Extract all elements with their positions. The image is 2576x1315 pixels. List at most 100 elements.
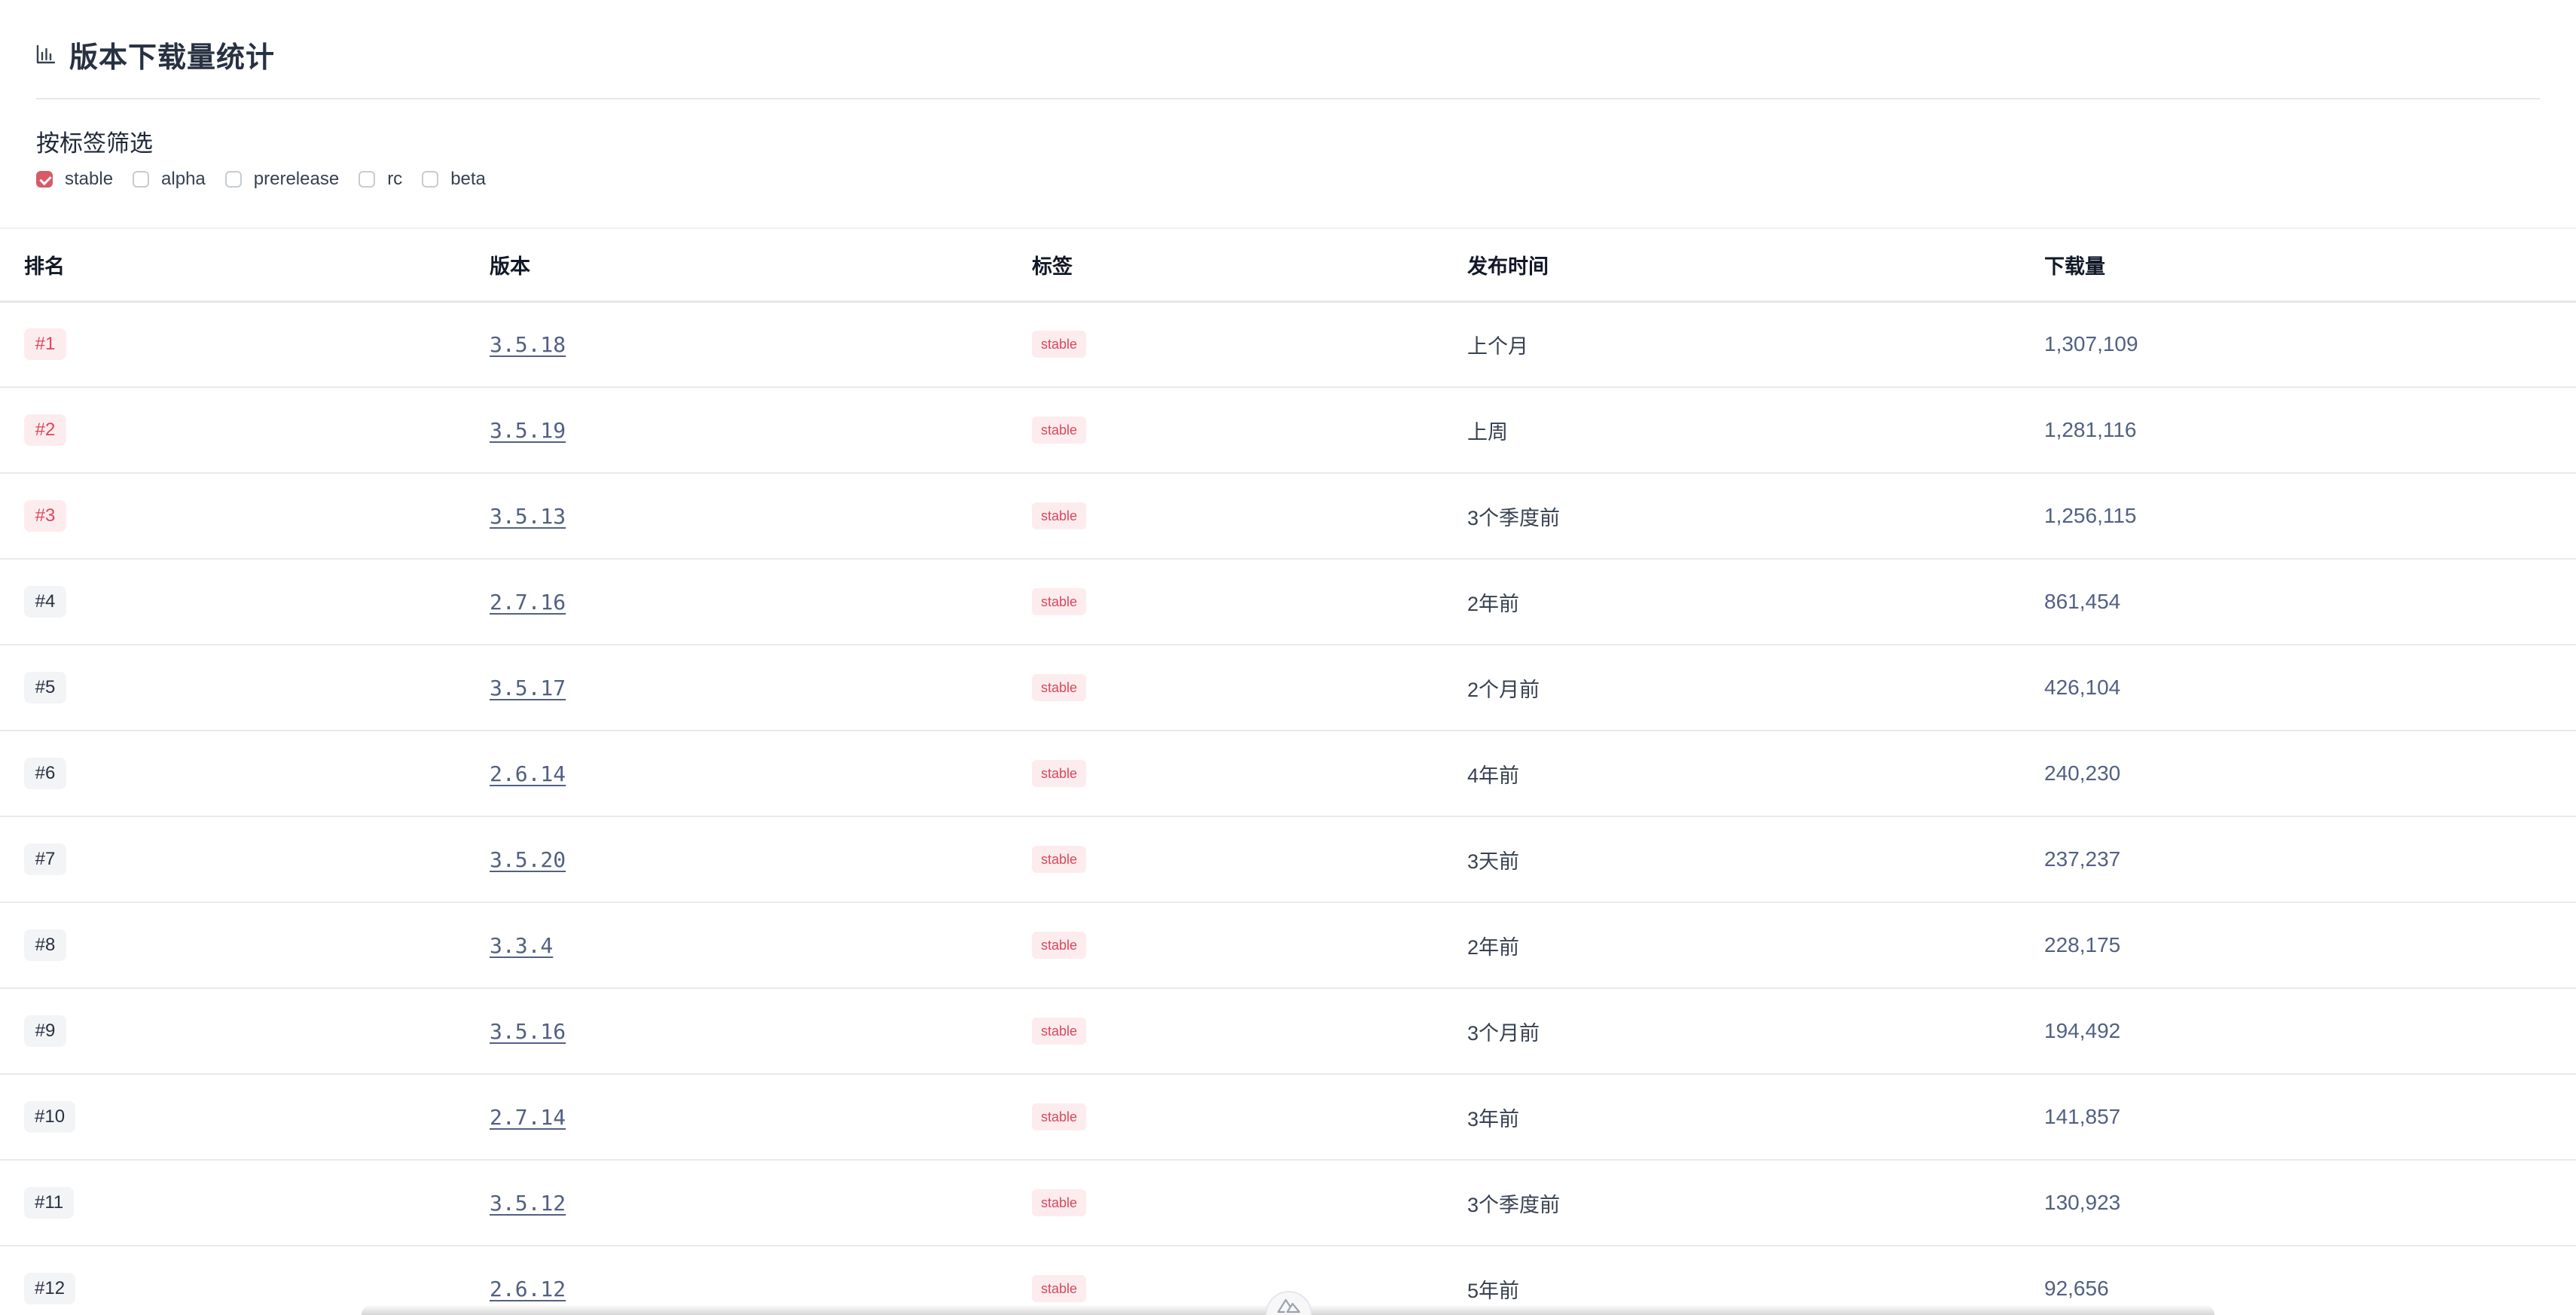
stable-checkbox[interactable]	[36, 171, 53, 188]
filter-option-label: stable	[65, 169, 114, 189]
filter-option-label: alpha	[161, 169, 206, 189]
tag-filter: 按标签筛选 stable alpha prerelease rc beta	[36, 124, 492, 190]
table-row: #8 3.3.4 stable 2年前 228,175	[0, 902, 2576, 989]
rank-badge: #11	[24, 1187, 75, 1219]
version-link[interactable]: 3.5.20	[490, 847, 566, 872]
download-count: 861,454	[2044, 590, 2121, 613]
release-time: 2年前	[1467, 592, 1520, 615]
alpha-checkbox[interactable]	[133, 171, 150, 188]
download-count: 1,307,109	[2044, 332, 2138, 356]
beta-checkbox[interactable]	[422, 171, 439, 188]
rank-badge: #1	[24, 328, 66, 361]
release-time: 上个月	[1467, 334, 1528, 358]
tag-badge: stable	[1032, 674, 1087, 701]
header-version: 版本	[490, 229, 1032, 303]
release-time: 2个月前	[1467, 678, 1540, 701]
download-count: 92,656	[2044, 1277, 2109, 1300]
tag-badge: stable	[1032, 932, 1087, 959]
page: 版本下载量统计 按标签筛选 stable alpha prerelease rc	[0, 0, 2576, 1315]
downloads-table-wrap: 排名 版本 标签 发布时间 下载量 #1 3.5.18 stable 上个月 1…	[0, 227, 2576, 1315]
nuxt-logo-icon	[1277, 1298, 1301, 1315]
table-header-row: 排名 版本 标签 发布时间 下载量	[0, 229, 2576, 303]
version-link[interactable]: 3.5.13	[490, 504, 566, 529]
rank-badge: #8	[24, 929, 66, 961]
download-count: 1,281,116	[2044, 418, 2137, 441]
table-row: #9 3.5.16 stable 3个月前 194,492	[0, 988, 2576, 1075]
filter-option-alpha[interactable]: alpha	[133, 169, 206, 190]
table-row: #5 3.5.17 stable 2个月前 426,104	[0, 645, 2576, 731]
header-rank: 排名	[0, 229, 490, 303]
rank-badge: #9	[24, 1015, 66, 1047]
rank-badge: #4	[24, 586, 66, 618]
rank-badge: #3	[24, 500, 66, 532]
version-link[interactable]: 3.5.19	[490, 418, 566, 443]
table-row: #2 3.5.19 stable 上周 1,281,116	[0, 387, 2576, 474]
download-count: 1,256,115	[2044, 504, 2137, 527]
download-count: 194,492	[2044, 1019, 2121, 1042]
version-link[interactable]: 3.3.4	[490, 933, 553, 958]
prerelease-checkbox[interactable]	[224, 171, 242, 188]
tag-badge: stable	[1032, 846, 1087, 873]
header-downloads: 下载量	[2044, 229, 2576, 303]
filter-option-label: prerelease	[253, 169, 340, 189]
version-link[interactable]: 3.5.16	[490, 1019, 566, 1044]
filter-option-stable[interactable]: stable	[36, 169, 113, 190]
table-row: #4 2.7.16 stable 2年前 861,454	[0, 559, 2576, 645]
release-time: 上周	[1467, 420, 1508, 444]
tag-badge: stable	[1032, 1103, 1087, 1130]
filter-option-label: rc	[387, 169, 403, 189]
table-row: #11 3.5.12 stable 3个季度前 130,923	[0, 1160, 2576, 1246]
tag-badge: stable	[1032, 1275, 1087, 1302]
bar-chart-icon	[36, 44, 56, 64]
table-row: #7 3.5.20 stable 3天前 237,237	[0, 816, 2576, 903]
title-wrap: 版本下载量统计	[36, 30, 2540, 78]
version-link[interactable]: 2.7.16	[490, 590, 566, 615]
download-count: 237,237	[2044, 847, 2121, 871]
release-time: 3天前	[1467, 850, 1520, 873]
page-title: 版本下载量统计	[69, 41, 276, 74]
filter-option-prerelease[interactable]: prerelease	[224, 169, 340, 190]
downloads-table: 排名 版本 标签 发布时间 下载量 #1 3.5.18 stable 上个月 1…	[0, 229, 2576, 1315]
rank-badge: #12	[24, 1273, 76, 1304]
download-count: 240,230	[2044, 761, 2121, 785]
rank-badge: #5	[24, 672, 66, 703]
release-time: 4年前	[1467, 764, 1520, 787]
filter-options: stable alpha prerelease rc beta	[36, 169, 492, 190]
release-time: 3个季度前	[1467, 1193, 1561, 1216]
download-count: 130,923	[2044, 1191, 2121, 1214]
tag-badge: stable	[1032, 1018, 1087, 1045]
table-row: #10 2.7.14 stable 3年前 141,857	[0, 1074, 2576, 1161]
version-link[interactable]: 3.5.17	[490, 676, 566, 700]
version-link[interactable]: 2.6.12	[490, 1277, 566, 1301]
version-link[interactable]: 2.7.14	[490, 1105, 566, 1130]
tag-badge: stable	[1032, 588, 1087, 615]
release-time: 3年前	[1467, 1107, 1520, 1130]
release-time: 3个季度前	[1467, 506, 1561, 529]
rank-badge: #2	[24, 414, 66, 446]
table-row: #3 3.5.13 stable 3个季度前 1,256,115	[0, 473, 2576, 560]
rank-badge: #10	[24, 1101, 76, 1133]
release-time: 5年前	[1467, 1279, 1520, 1302]
release-time: 3个月前	[1467, 1021, 1540, 1045]
header: 版本下载量统计	[36, 30, 2540, 99]
tag-badge: stable	[1032, 502, 1087, 529]
version-link[interactable]: 2.6.14	[490, 761, 566, 786]
rank-badge: #6	[24, 758, 66, 789]
rc-checkbox[interactable]	[359, 171, 376, 188]
download-count: 141,857	[2044, 1105, 2121, 1128]
header-tag: 标签	[1032, 229, 1467, 303]
version-link[interactable]: 3.5.12	[490, 1191, 566, 1216]
download-count: 426,104	[2044, 676, 2121, 699]
download-count: 228,175	[2044, 933, 2121, 957]
header-release-time: 发布时间	[1467, 229, 2044, 303]
filter-title: 按标签筛选	[36, 130, 153, 157]
release-time: 2年前	[1467, 935, 1520, 959]
tag-badge: stable	[1032, 760, 1087, 787]
filter-option-label: beta	[450, 169, 486, 189]
version-link[interactable]: 3.5.18	[490, 332, 566, 357]
tag-badge: stable	[1032, 331, 1087, 358]
table-row: #6 2.6.14 stable 4年前 240,230	[0, 731, 2576, 817]
table-row: #1 3.5.18 stable 上个月 1,307,109	[0, 301, 2576, 388]
filter-option-beta[interactable]: beta	[422, 169, 486, 190]
filter-option-rc[interactable]: rc	[359, 169, 402, 190]
